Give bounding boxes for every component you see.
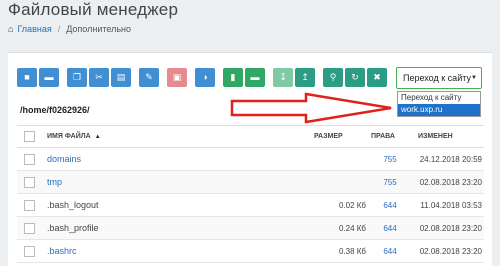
table-header-row: ИМЯ ФАЙЛА ▲ РАЗМЕР ПРАВА ИЗМЕНЕН: [17, 125, 484, 148]
toolbar-group-upload: ■ ▬: [17, 68, 61, 87]
chevron-down-icon: ▼: [471, 75, 477, 81]
row-checkbox[interactable]: [24, 245, 35, 257]
paste-icon[interactable]: ▤: [111, 68, 131, 87]
toolbar-group-create: ▮ ▬: [223, 68, 267, 87]
file-permissions-link[interactable]: 644: [370, 239, 410, 263]
breadcrumb-current: Дополнительно: [66, 24, 131, 34]
row-checkbox[interactable]: [24, 176, 35, 188]
upload-file-icon[interactable]: ↥: [295, 68, 315, 87]
page-title: Файловый менеджер: [8, 0, 179, 19]
table-row[interactable]: .bash_logout 0.02 Кб 644 11.04.2018 03:5…: [17, 193, 484, 217]
row-checkbox-cell: [17, 147, 39, 171]
toolbar-group-rename: ✎: [139, 68, 161, 87]
file-modified: 02.08.2018 23:20: [410, 239, 484, 263]
size-column-header[interactable]: РАЗМЕР: [310, 125, 370, 148]
file-permissions-link[interactable]: 644: [370, 216, 410, 240]
file-name[interactable]: .bash_logout: [39, 193, 310, 217]
breadcrumb-home-link[interactable]: Главная: [17, 24, 51, 34]
site-select[interactable]: Переход к сайту ▼: [396, 67, 482, 89]
row-checkbox-cell: [17, 193, 39, 217]
file-size: 0.24 Кб: [310, 216, 370, 240]
toolbar: ■ ▬ ❐ ✂ ▤ ✎ ▣ ◑ ▮ ▬ ↧ ↥ ⚲ ↻ ✖: [17, 68, 395, 87]
file-name[interactable]: .bash_profile: [39, 216, 310, 240]
toolbar-group-delete: ▣: [167, 68, 189, 87]
new-file-icon[interactable]: ▮: [223, 68, 243, 87]
edit-icon[interactable]: ✎: [139, 68, 159, 87]
folder-icon[interactable]: ▬: [39, 68, 59, 87]
file-size: [310, 147, 370, 171]
file-modified: 11.04.2018 03:53: [410, 193, 484, 217]
search-icon[interactable]: ⚲: [323, 68, 343, 87]
row-checkbox[interactable]: [24, 222, 35, 234]
refresh-icon[interactable]: ↻: [345, 68, 365, 87]
file-size: 0.38 Кб: [310, 239, 370, 263]
row-checkbox-cell: [17, 239, 39, 263]
breadcrumb: ⌂ Главная / Дополнительно: [8, 24, 131, 34]
toolbar-group-edit: ❐ ✂ ▤: [67, 68, 133, 87]
row-checkbox[interactable]: [24, 199, 35, 211]
upload-icon[interactable]: ■: [17, 68, 37, 87]
row-checkbox-cell: [17, 216, 39, 240]
site-select-dropdown: Переход к сайту work.uxp.ru: [397, 91, 481, 117]
select-all-checkbox[interactable]: [24, 131, 35, 142]
file-name-link[interactable]: domains: [39, 147, 310, 171]
toolbar-group-transfer: ↧ ↥: [273, 68, 317, 87]
modified-column-header[interactable]: ИЗМЕНЕН: [410, 125, 484, 148]
current-path: /home/f0262926/: [20, 105, 90, 115]
cut-icon[interactable]: ✂: [89, 68, 109, 87]
sort-asc-icon: ▲: [94, 134, 101, 140]
expand-icon[interactable]: ✖: [367, 68, 387, 87]
site-select-value: Переход к сайту: [403, 73, 471, 83]
file-manager-panel: ■ ▬ ❐ ✂ ▤ ✎ ▣ ◑ ▮ ▬ ↧ ↥ ⚲ ↻ ✖ Переход к …: [8, 52, 492, 266]
name-column-header[interactable]: ИМЯ ФАЙЛА ▲: [39, 125, 310, 148]
table-row[interactable]: domains 755 24.12.2018 20:59: [17, 147, 484, 171]
perm-column-header[interactable]: ПРАВА: [370, 125, 410, 148]
toolbar-group-perm: ◑: [195, 68, 217, 87]
file-permissions-link[interactable]: 644: [370, 193, 410, 217]
file-permissions-link[interactable]: 755: [370, 170, 410, 194]
select-all-header: [17, 125, 39, 148]
file-modified: 02.08.2018 23:20: [410, 216, 484, 240]
new-folder-icon[interactable]: ▬: [245, 68, 265, 87]
file-size: 0.02 Кб: [310, 193, 370, 217]
toolbar-group-tools: ⚲ ↻ ✖: [323, 68, 389, 87]
row-checkbox-cell: [17, 170, 39, 194]
file-modified: 24.12.2018 20:59: [410, 147, 484, 171]
download-icon[interactable]: ↧: [273, 68, 293, 87]
file-permissions-link[interactable]: 755: [370, 147, 410, 171]
name-header-label: ИМЯ ФАЙЛА: [47, 133, 91, 140]
permissions-icon[interactable]: ◑: [195, 68, 215, 87]
table-row[interactable]: tmp 755 02.08.2018 23:20: [17, 170, 484, 194]
table-row[interactable]: .bash_profile 0.24 Кб 644 02.08.2018 23:…: [17, 216, 484, 240]
copy-icon[interactable]: ❐: [67, 68, 87, 87]
file-size: [310, 170, 370, 194]
file-table: ИМЯ ФАЙЛА ▲ РАЗМЕР ПРАВА ИЗМЕНЕН domains …: [17, 125, 484, 263]
home-icon: ⌂: [8, 24, 14, 34]
table-row[interactable]: .bashrc 0.38 Кб 644 02.08.2018 23:20: [17, 239, 484, 263]
row-checkbox[interactable]: [24, 153, 35, 165]
delete-icon[interactable]: ▣: [167, 68, 187, 87]
site-option-work-uxp[interactable]: work.uxp.ru: [398, 104, 480, 116]
file-name-link[interactable]: .bashrc: [39, 239, 310, 263]
file-modified: 02.08.2018 23:20: [410, 170, 484, 194]
file-name-link[interactable]: tmp: [39, 170, 310, 194]
breadcrumb-separator: /: [57, 24, 61, 34]
site-option-default[interactable]: Переход к сайту: [398, 92, 480, 104]
